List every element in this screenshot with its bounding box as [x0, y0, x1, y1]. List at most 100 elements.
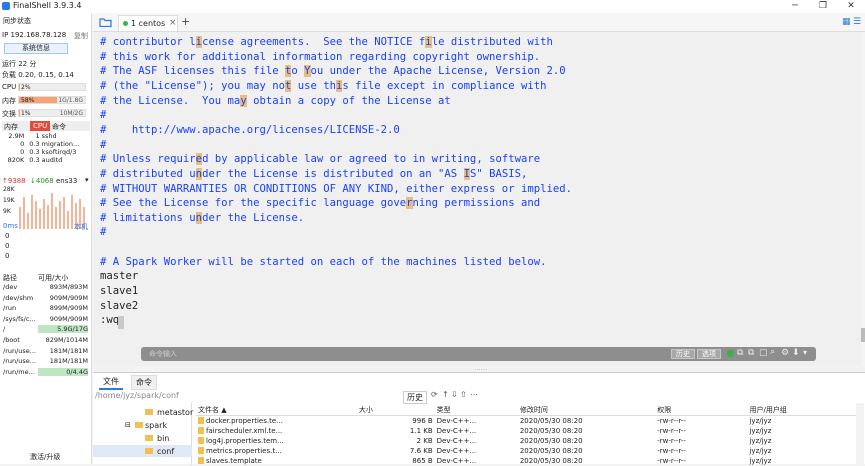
- terminal-line: # See the License for the specific langu…: [100, 197, 541, 210]
- process-row[interactable]: 0 0.3 migration...: [2, 140, 90, 148]
- process-row[interactable]: 820K 0.3 auditd: [2, 156, 90, 164]
- tree-item-metastore[interactable]: metastor: [157, 408, 193, 417]
- disk-usage: 909M/909M: [49, 314, 88, 323]
- close-window-button[interactable]: ✕: [837, 0, 865, 13]
- proc-tab-cmd[interactable]: 命令: [52, 122, 66, 132]
- file-size: 996 B: [412, 416, 433, 425]
- file-row[interactable]: metrics.properties.t... 7.6 KB Dev-C++... 2…: [196, 446, 856, 456]
- more-file-icon[interactable]: ⋯: [470, 390, 478, 399]
- grid-view-icon[interactable]: ▦: [842, 17, 851, 27]
- terminal-line: # The ASF licenses this file to You unde…: [100, 65, 566, 78]
- process-cpu: 1: [35, 132, 40, 140]
- file-row[interactable]: slaves.template 865 B Dev-C++... 2020/05/30…: [196, 456, 856, 466]
- disk-usage: 899M/909M: [49, 304, 88, 313]
- add-tab-button[interactable]: +: [181, 15, 190, 28]
- tree-item-bin[interactable]: bin: [157, 434, 169, 443]
- column-header[interactable]: 修改时间: [518, 405, 655, 416]
- process-row[interactable]: 0 0.3 ksoftirqd/3: [2, 148, 90, 156]
- file-permissions: -rw-r--r--: [657, 416, 686, 425]
- tree-item-spark[interactable]: spark: [145, 421, 167, 430]
- sidebar: 同步状态 IP 192.168.78.128 复制 系统信息 运行 22 分 负…: [0, 13, 92, 464]
- proc-tab-cpu[interactable]: CPU: [30, 121, 51, 131]
- terminal-line: master: [100, 270, 139, 283]
- iface-dropdown-icon[interactable]: ▾: [85, 176, 89, 184]
- minimize-button[interactable]: ─: [781, 0, 809, 13]
- terminal-line: #: [100, 138, 107, 151]
- proc-tab-mem[interactable]: 内存: [4, 122, 18, 132]
- swap-bar: 1% 10M/2G: [18, 109, 86, 117]
- download-file-icon[interactable]: ⇩: [451, 390, 458, 399]
- refresh-icon[interactable]: ⟳: [431, 390, 438, 399]
- sync-status[interactable]: 同步状态: [3, 16, 31, 26]
- file-icon: [198, 437, 204, 444]
- file-scrollbar[interactable]: [856, 403, 864, 465]
- file-row[interactable]: fairscheduler.xml.te... 1.1 KB Dev-C++... 2…: [196, 426, 856, 436]
- list-view-icon[interactable]: ☰: [853, 17, 861, 27]
- process-cpu: 0.3: [29, 140, 40, 148]
- folder-icon: [135, 422, 143, 428]
- terminal[interactable]: # contributor license agreements. See th…: [93, 32, 861, 366]
- tab-centos[interactable]: 1 centos ×: [118, 15, 178, 31]
- options-button[interactable]: 选项: [697, 349, 721, 359]
- terminal-scrollbar[interactable]: [861, 32, 865, 366]
- column-header[interactable]: 类型: [435, 405, 518, 416]
- terminal-line: # WITHOUT WARRANTIES OR CONDITIONS OF AN…: [100, 182, 572, 195]
- net-interface[interactable]: ens33: [56, 177, 77, 185]
- app-title: FinalShell 3.9.3.4: [13, 1, 82, 10]
- file-modified: 2020/05/30 08:20: [519, 426, 583, 435]
- column-header[interactable]: 大小: [357, 405, 435, 416]
- column-header[interactable]: 文件名 ▲: [196, 405, 357, 416]
- tab-commands[interactable]: 命令: [131, 375, 157, 390]
- more-icon[interactable]: ▾: [803, 348, 807, 357]
- window-icon[interactable]: ▢: [759, 348, 768, 358]
- tree-item-conf[interactable]: conf: [157, 447, 174, 456]
- up-icon[interactable]: ↑: [442, 390, 449, 399]
- terminal-line: slave1: [100, 285, 139, 298]
- cpu-bar: 2%: [18, 83, 86, 91]
- folder-icon: [145, 448, 153, 454]
- disk-row: /run/use... 181M/181M: [2, 347, 90, 358]
- tree-selection: [93, 445, 192, 457]
- file-modified: 2020/05/30 08:20: [519, 416, 583, 425]
- path-field[interactable]: /home/jyz/spark/conf: [95, 391, 179, 400]
- process-cpu: 0.3: [29, 156, 40, 164]
- process-row[interactable]: 2.9M 1 sshd: [2, 132, 90, 140]
- scrollbar-thumb[interactable]: [861, 328, 865, 342]
- collapse-icon[interactable]: ⊟: [125, 421, 131, 429]
- file-panel: 文件 命令 /home/jyz/spark/conf 历史 ⟳ ↑ ⇩ ⇧ ⋯ …: [93, 372, 865, 466]
- system-info-button[interactable]: 系统信息: [4, 43, 68, 54]
- command-input[interactable]: 命令输入: [149, 349, 177, 359]
- uptime: 运行 22 分: [2, 60, 37, 68]
- activate-upgrade-link[interactable]: 激活/升级: [30, 452, 60, 462]
- file-name: docker.properties.te...: [196, 416, 357, 426]
- folder-icon: [145, 409, 153, 415]
- copy-ip-button[interactable]: 复制: [74, 31, 88, 41]
- paste-icon[interactable]: ⧉: [748, 348, 754, 358]
- folder-icon[interactable]: [99, 17, 112, 27]
- column-header[interactable]: 用户/用户组: [747, 405, 856, 416]
- disk-row: /run/use... 181M/181M: [2, 357, 90, 368]
- tab-close-icon[interactable]: ×: [169, 18, 177, 28]
- process-mem: 0: [20, 140, 25, 148]
- search-icon[interactable]: ⌕: [770, 347, 775, 357]
- process-cpu: 0.3: [29, 148, 40, 156]
- maximize-button[interactable]: ❐: [809, 0, 837, 13]
- disk-path: /run/use...: [3, 346, 36, 355]
- mem-detail: 1G/1.8G: [58, 97, 83, 104]
- history-button[interactable]: 历史: [671, 349, 695, 359]
- ping-target[interactable]: 本机: [74, 222, 88, 232]
- file-row[interactable]: log4j.properties.tem... 2 KB Dev-C++... 202…: [196, 436, 856, 446]
- upload-file-icon[interactable]: ⇧: [460, 390, 467, 399]
- ping-val-2: 0: [5, 242, 10, 250]
- terminal-line: #: [100, 226, 107, 239]
- settings-icon[interactable]: ⚙: [781, 348, 789, 358]
- file-row[interactable]: docker.properties.te... 996 B Dev-C++... 20…: [196, 416, 856, 426]
- download-icon[interactable]: ⬇: [792, 348, 800, 358]
- disk-row: /dev 893M/893M: [2, 283, 90, 294]
- column-header[interactable]: 权限: [655, 405, 747, 416]
- tab-files[interactable]: 文件: [99, 375, 123, 390]
- path-history-button[interactable]: 历史: [403, 391, 427, 404]
- disk-usage: 909M/909M: [49, 293, 88, 302]
- copy-icon[interactable]: ⧉: [737, 348, 743, 358]
- mem-bar: 58% 1G/1.8G: [18, 96, 86, 104]
